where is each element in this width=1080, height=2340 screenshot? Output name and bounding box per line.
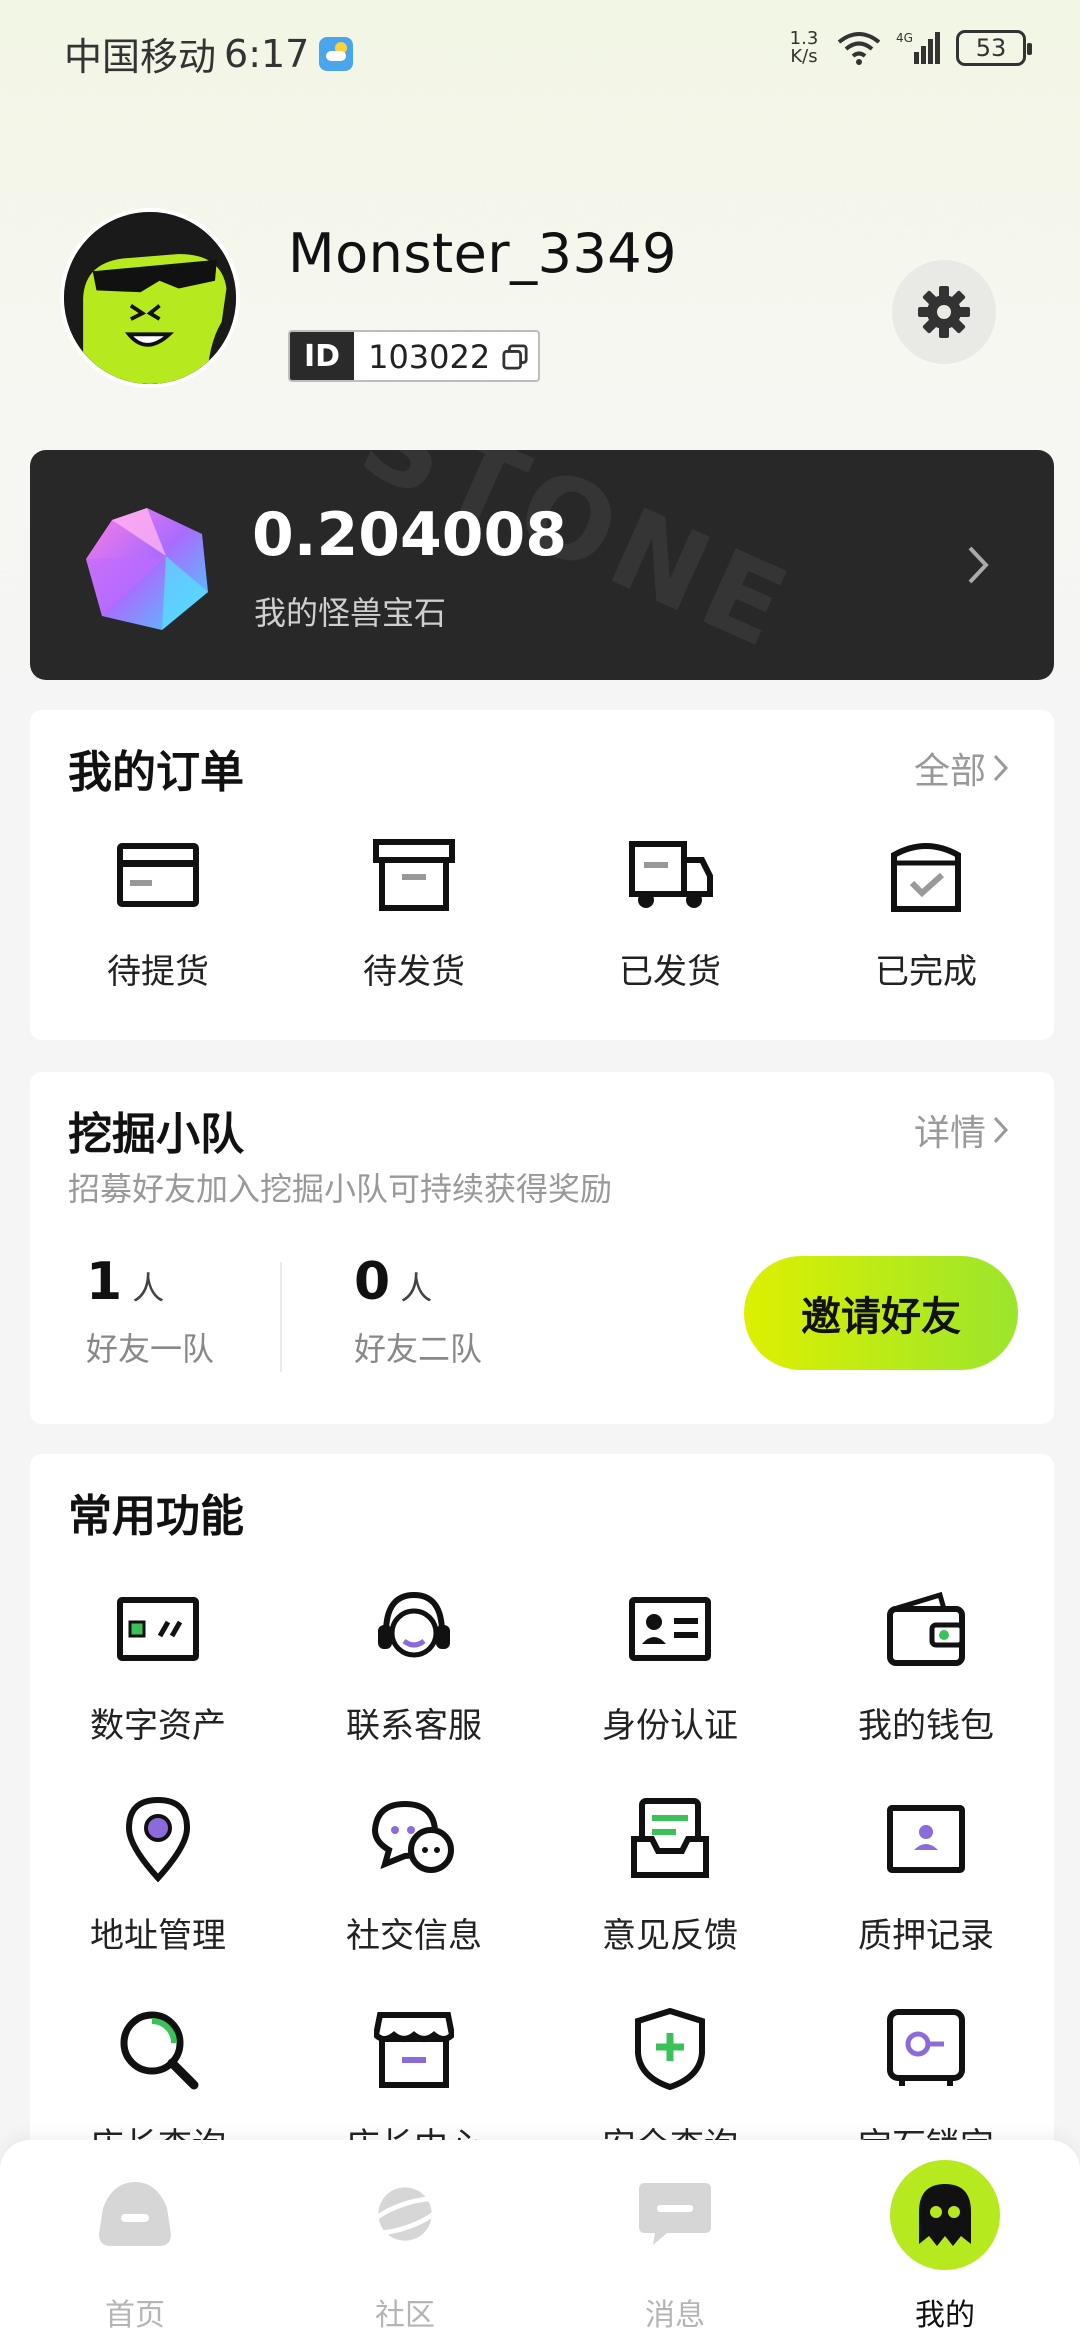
gem-icon (86, 508, 208, 630)
card-icon (113, 830, 203, 920)
function-social-info[interactable]: 社交信息 (286, 1794, 542, 1957)
user-id-value: 103022 (368, 338, 491, 376)
chevron-right-icon (968, 546, 989, 584)
monster-gem-card[interactable]: STONE 0.204008 我的怪兽宝石 (30, 450, 1054, 680)
gem-balance-value: 0.204008 (252, 500, 568, 570)
orders-title: 我的订单 (68, 747, 244, 798)
planet-icon (365, 2174, 445, 2254)
check-bag-icon (881, 830, 971, 920)
team-details-link[interactable]: 详情 (914, 1104, 1010, 1156)
order-pending-shipment[interactable]: 待发货 (286, 830, 542, 993)
location-icon (113, 1794, 203, 1884)
function-address-management[interactable]: 地址管理 (30, 1794, 286, 1957)
ghost-icon (890, 2160, 1000, 2270)
store-icon (369, 2004, 459, 2094)
user-id-badge[interactable]: ID 103022 (288, 330, 541, 382)
function-identity-verification[interactable]: 身份认证 (542, 1584, 798, 1747)
search-icon (113, 2004, 203, 2094)
bottom-navigation: 首页 社区 消息 我的 (0, 2140, 1080, 2340)
team-one-label: 好友一队 (86, 1330, 215, 1368)
username: Monster_3349 (288, 222, 678, 285)
shield-icon (625, 2004, 715, 2094)
battery-indicator: 53 (956, 30, 1032, 66)
function-my-wallet[interactable]: 我的钱包 (798, 1584, 1054, 1747)
chevron-right-icon (993, 1116, 1009, 1144)
wallet-icon (881, 1584, 971, 1674)
order-completed[interactable]: 已完成 (798, 830, 1054, 993)
function-feedback[interactable]: 意见反馈 (542, 1794, 798, 1957)
team-one-stat[interactable]: 1人 好友一队 (86, 1252, 214, 1370)
id-card-icon (625, 1584, 715, 1674)
chevron-right-icon (993, 754, 1009, 782)
functions-title: 常用功能 (68, 1491, 244, 1542)
digital-asset-icon (113, 1584, 203, 1674)
order-pending-pickup[interactable]: 待提货 (30, 830, 286, 993)
box-icon (369, 830, 459, 920)
nav-mine[interactable]: 我的 (810, 2140, 1080, 2340)
team-one-count: 1 (86, 1252, 123, 1312)
divider (280, 1262, 282, 1372)
monster-avatar-icon (64, 212, 236, 384)
status-bar: 中国移动 6:17 1.3 K/s 4G 53 (0, 0, 1080, 100)
truck-icon (625, 830, 715, 920)
message-icon (635, 2174, 715, 2254)
wifi-icon (837, 32, 881, 65)
headset-icon (369, 1584, 459, 1674)
carrier-name: 中国移动 (64, 35, 217, 79)
team-two-stat[interactable]: 0人 好友二队 (354, 1252, 482, 1370)
my-orders-card: 我的订单 全部 待提货 待发货 已发货 已完成 (30, 710, 1054, 1040)
feedback-icon (625, 1794, 715, 1884)
orders-view-all-link[interactable]: 全部 (914, 742, 1010, 794)
signal-icon: 4G (896, 31, 940, 64)
nav-home[interactable]: 首页 (0, 2140, 270, 2340)
nav-community[interactable]: 社区 (270, 2140, 540, 2340)
nav-messages[interactable]: 消息 (540, 2140, 810, 2340)
pledge-icon (881, 1794, 971, 1884)
network-speed: 1.3 K/s (789, 28, 819, 67)
settings-button[interactable] (892, 260, 996, 364)
home-icon (95, 2174, 175, 2254)
team-two-label: 好友二队 (354, 1330, 483, 1368)
weather-icon (319, 36, 354, 71)
svg-text:4G: 4G (896, 31, 913, 45)
team-two-count: 0 (354, 1252, 391, 1312)
function-digital-assets[interactable]: 数字资产 (30, 1584, 286, 1747)
gear-icon (918, 286, 970, 338)
chat-icon (369, 1794, 459, 1884)
function-customer-service[interactable]: 联系客服 (286, 1584, 542, 1747)
gem-balance-label: 我的怪兽宝石 (254, 594, 447, 632)
invite-friends-button[interactable]: 邀请好友 (744, 1256, 1018, 1370)
avatar[interactable] (60, 208, 240, 388)
order-shipped[interactable]: 已发货 (542, 830, 798, 993)
clock: 6:17 (224, 31, 310, 76)
copy-icon[interactable] (502, 332, 538, 380)
function-pledge-records[interactable]: 质押记录 (798, 1794, 1054, 1957)
id-tag: ID (290, 332, 355, 380)
team-subtitle: 招募好友加入挖掘小队可持续获得奖励 (68, 1170, 613, 1208)
safe-icon (881, 2004, 971, 2094)
team-title: 挖掘小队 (68, 1109, 244, 1160)
dig-team-card: 挖掘小队 详情 招募好友加入挖掘小队可持续获得奖励 1人 好友一队 0人 好友二… (30, 1072, 1054, 1424)
